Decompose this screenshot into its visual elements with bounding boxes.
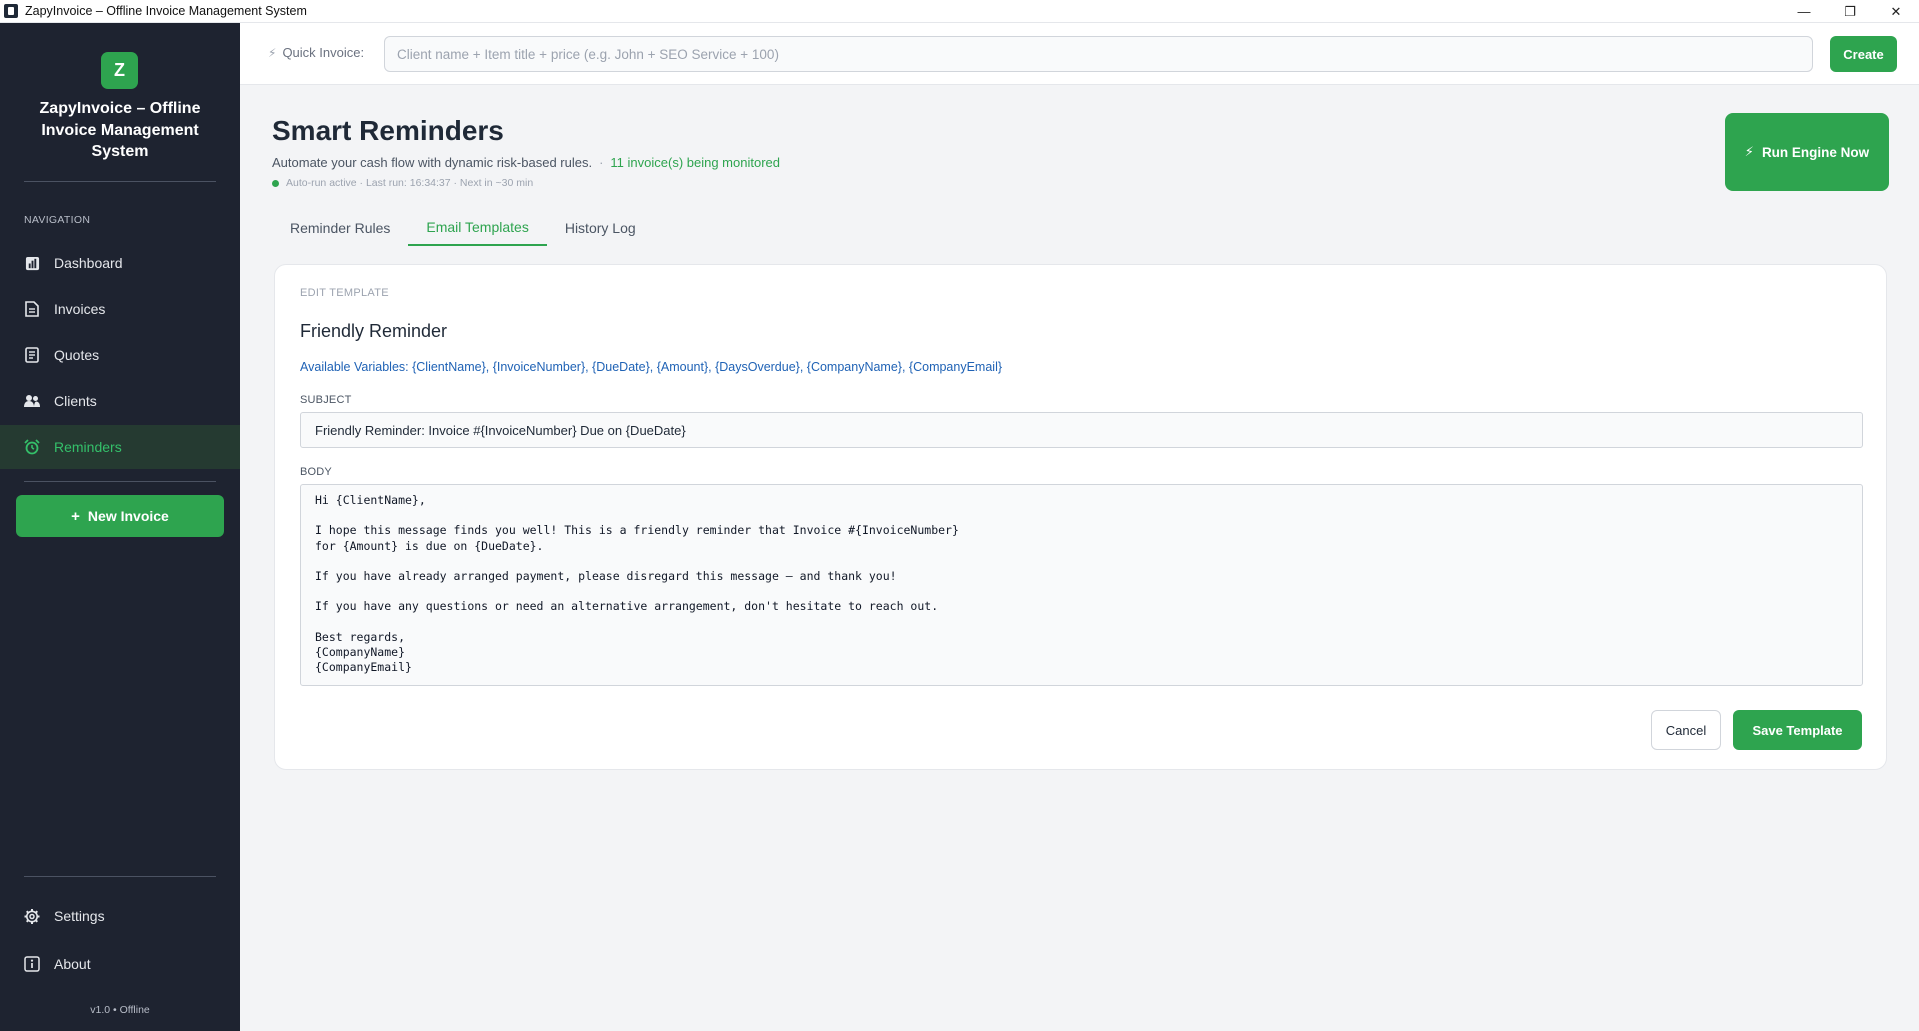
status-dot-icon [272,179,279,187]
available-variables: Available Variables: {ClientName}, {Invo… [300,360,1003,374]
engine-status-text: Auto-run active · Last run: 16:34:37 · N… [286,177,534,189]
sidebar-item-label: Clients [54,393,97,409]
brand-name: ZapyInvoice – Offline Invoice Management… [39,100,201,160]
close-icon[interactable]: ✕ [1873,0,1919,23]
save-template-button[interactable]: Save Template [1733,710,1862,750]
quick-invoice-bar: ⚡ Quick Invoice: Create [240,23,1919,85]
app-icon [4,4,18,18]
sidebar-item-reminders[interactable]: Reminders [0,425,240,469]
new-invoice-button[interactable]: + New Invoice [16,495,224,537]
editor-eyebrow: EDIT TEMPLATE [300,287,389,299]
receipt-icon [24,347,40,363]
quick-invoice-input[interactable] [384,36,1813,72]
tab-history-log[interactable]: History Log [547,210,654,246]
app-logo: Z [101,52,138,89]
lightning-icon: ⚡ [268,45,277,60]
new-invoice-label: New Invoice [87,508,169,524]
page-subtitle: Automate your cash flow with dynamic ris… [272,155,780,170]
run-engine-button[interactable]: ⚡ Run Engine Now [1725,113,1889,191]
app-version: v1.0 • Offline [90,1004,150,1016]
nav-heading: NAVIGATION [24,214,91,226]
tab-bar: Reminder Rules Email Templates History L… [272,210,654,246]
sidebar-divider [24,181,216,182]
subtitle-text: Automate your cash flow with dynamic ris… [272,155,593,170]
sidebar-divider [24,876,216,877]
sidebar-item-label: Dashboard [54,255,123,271]
subject-label: SUBJECT [300,394,352,406]
sidebar-item-settings[interactable]: Settings [0,894,240,938]
template-editor-card: EDIT TEMPLATE Friendly Reminder Availabl… [274,264,1887,770]
subtitle-separator: · [599,155,604,170]
gear-icon [24,908,40,924]
sidebar-item-label: Reminders [54,439,122,455]
lightning-icon: ⚡ [1744,144,1754,159]
tab-email-templates[interactable]: Email Templates [408,210,547,246]
document-icon [24,301,40,317]
window-title: ZapyInvoice – Offline Invoice Management… [25,4,307,18]
alarm-clock-icon [24,439,40,455]
subject-input[interactable] [300,412,1863,448]
chart-icon [24,255,40,271]
engine-status: Auto-run active · Last run: 16:34:37 · N… [272,177,533,189]
sidebar-item-about[interactable]: About [0,942,240,986]
sidebar: Z ZapyInvoice – Offline Invoice Manageme… [0,23,240,1031]
cancel-button[interactable]: Cancel [1651,710,1721,750]
window-controls: — ❐ ✕ [1781,0,1919,23]
sidebar-item-label: Quotes [54,347,100,363]
sidebar-item-label: Invoices [54,301,106,317]
run-engine-label: Run Engine Now [1761,144,1870,160]
sidebar-item-clients[interactable]: Clients [0,379,240,423]
sidebar-item-label: About [54,956,91,972]
info-icon [24,956,40,972]
tab-reminder-rules[interactable]: Reminder Rules [272,210,408,246]
body-label: BODY [300,466,332,478]
template-name: Friendly Reminder [300,321,448,341]
sidebar-item-quotes[interactable]: Quotes [0,333,240,377]
monitored-count: 11 invoice(s) being monitored [610,155,780,170]
plus-icon: + [71,507,80,525]
restore-icon[interactable]: ❐ [1827,0,1873,23]
sidebar-item-invoices[interactable]: Invoices [0,287,240,331]
sidebar-item-dashboard[interactable]: Dashboard [0,241,240,285]
window-titlebar: ZapyInvoice – Offline Invoice Management… [0,0,1919,23]
quick-invoice-label-text: Quick Invoice: [282,45,365,60]
users-icon [24,393,40,409]
body-textarea[interactable]: Hi {ClientName}, I hope this message fin… [300,484,1863,686]
create-button[interactable]: Create [1830,36,1897,72]
page-title: Smart Reminders [272,115,504,146]
sidebar-item-label: Settings [54,908,105,924]
quick-invoice-label: ⚡ Quick Invoice: [268,45,364,60]
sidebar-divider [24,481,216,482]
minimize-icon[interactable]: — [1781,0,1827,23]
